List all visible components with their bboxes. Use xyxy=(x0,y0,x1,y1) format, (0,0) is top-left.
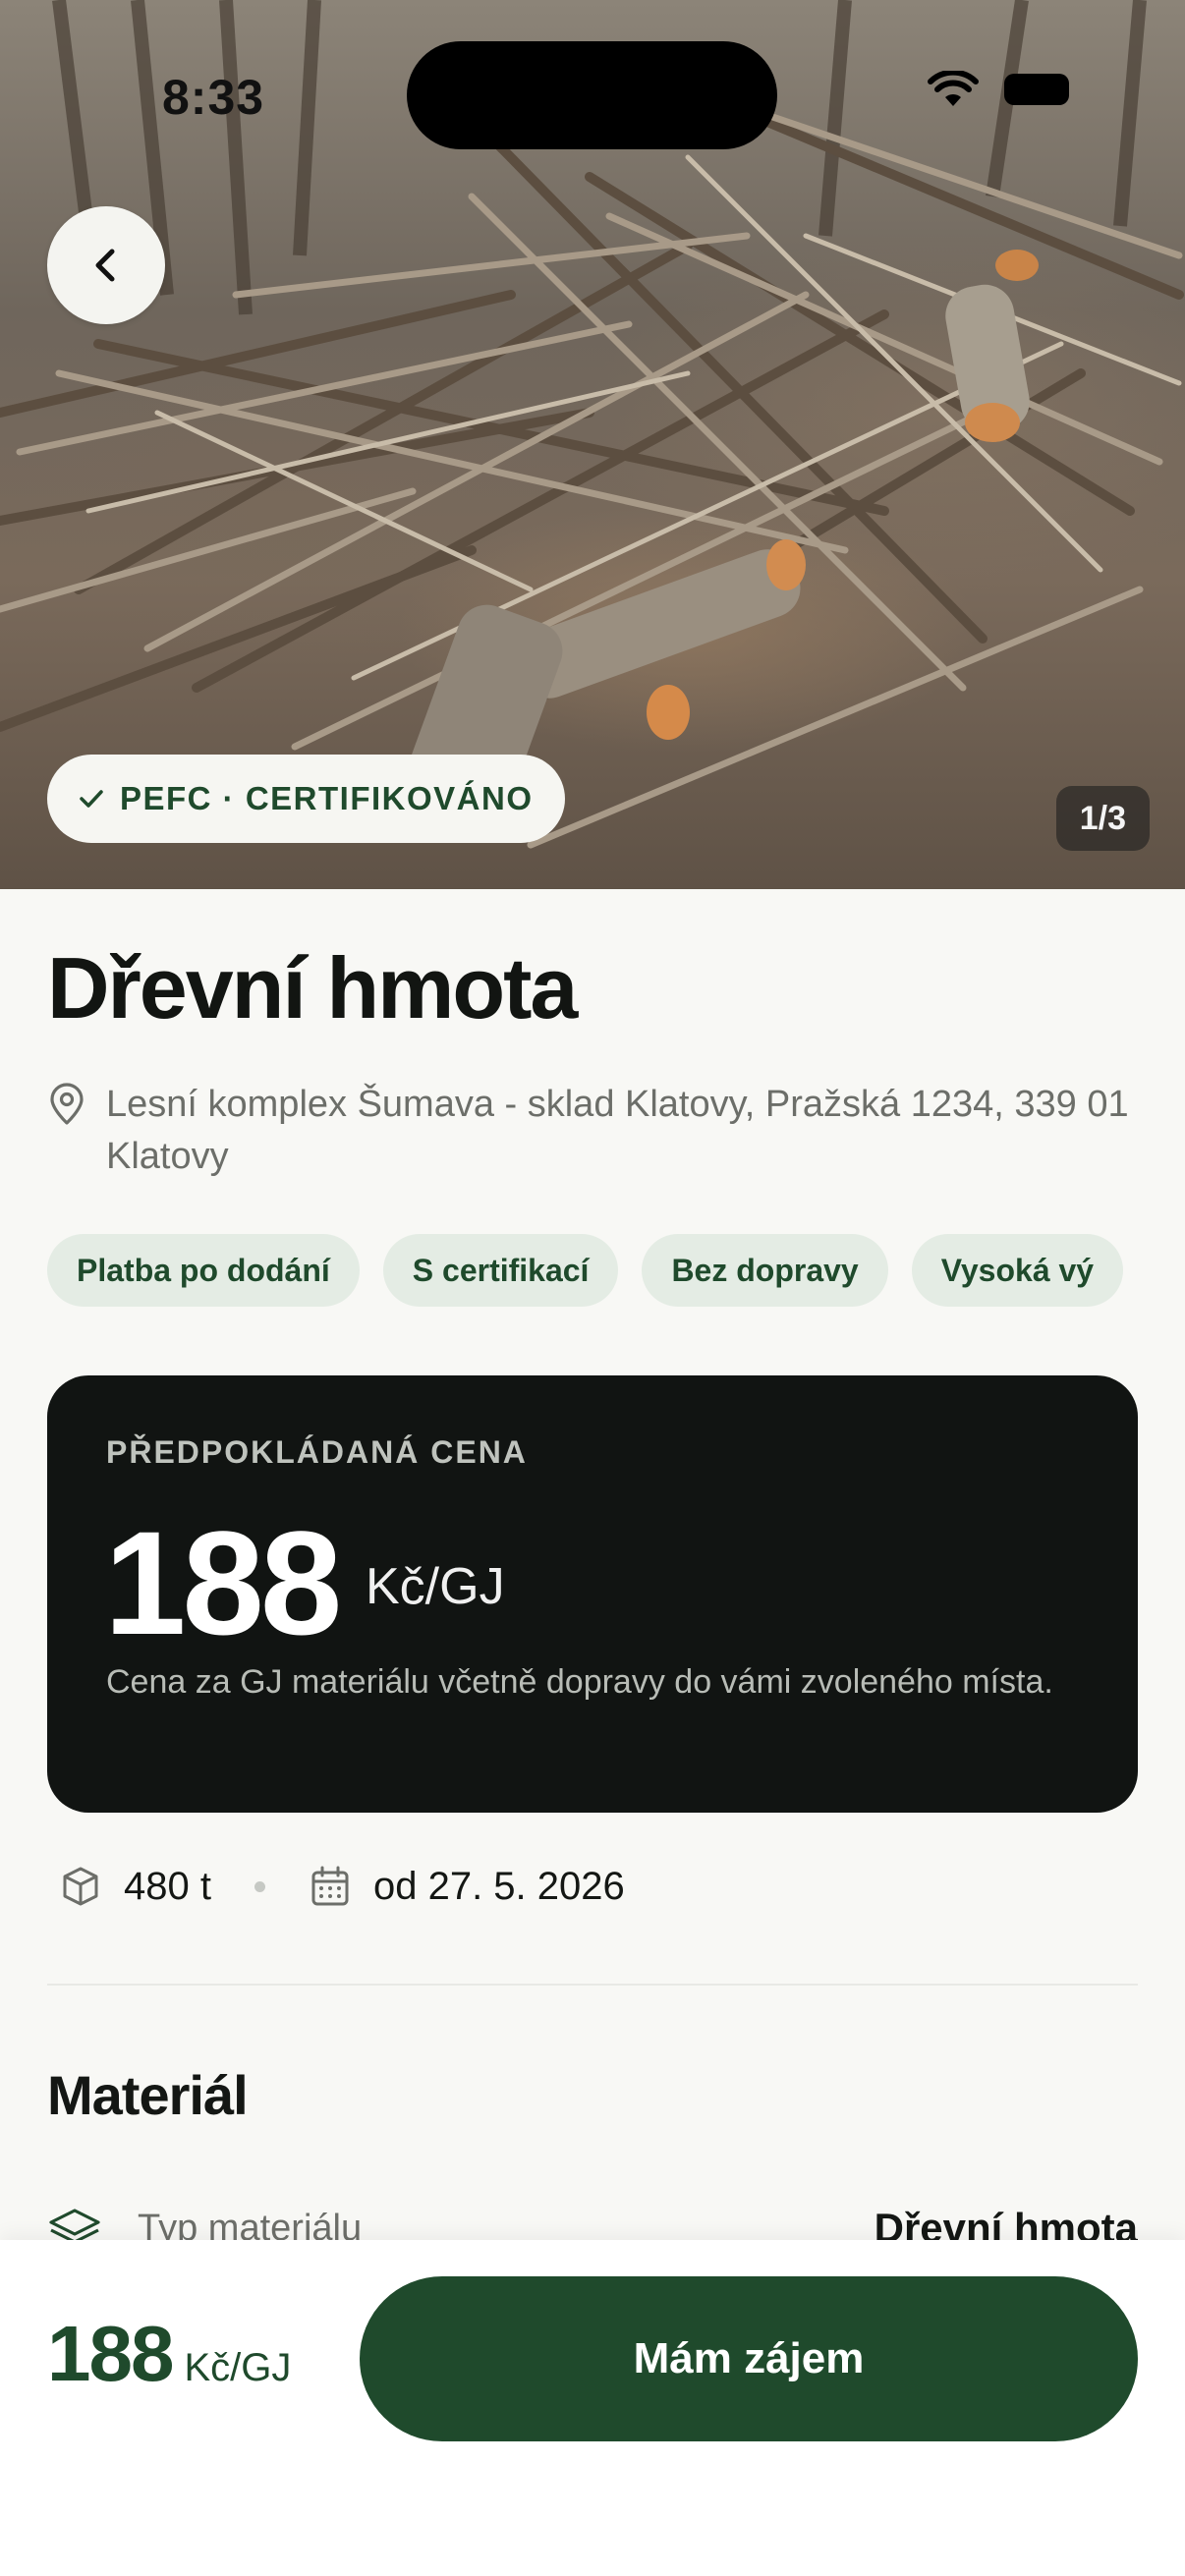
bottom-price-unit: Kč/GJ xyxy=(184,2346,292,2389)
location: Lesní komplex Šumava - sklad Klatovy, Pr… xyxy=(47,1079,1138,1183)
status-icons xyxy=(928,71,1069,108)
chevron-left-icon xyxy=(95,249,115,282)
price-label: PŘEDPOKLÁDANÁ CENA xyxy=(106,1434,528,1470)
wifi-icon xyxy=(928,71,979,106)
calendar-icon xyxy=(309,1865,352,1908)
separator-dot xyxy=(254,1880,265,1892)
certification-badge: PEFC · CERTIFIKOVÁNO xyxy=(47,755,565,843)
listing-title: Dřevní hmota xyxy=(47,939,578,1036)
quantity: 480 t xyxy=(124,1864,211,1908)
price-note: Cena za GJ materiálu včetně dopravy do v… xyxy=(106,1663,1053,1701)
location-address: Lesní komplex Šumava - sklad Klatovy, Pr… xyxy=(106,1084,1129,1177)
box-icon xyxy=(59,1865,102,1908)
hero-photo[interactable]: 8:33 PEFC · CERTIFIKOVÁNO 1/3 xyxy=(0,0,1185,889)
chip-transport: Bez dopravy xyxy=(642,1234,888,1307)
bottom-price: 188 Kč/GJ xyxy=(47,2309,291,2399)
photo-counter: 1/3 xyxy=(1055,786,1150,851)
price-card: PŘEDPOKLÁDANÁ CENA 188 Kč/GJ Cena za GJ … xyxy=(47,1375,1138,1813)
interest-button[interactable]: Mám zájem xyxy=(360,2276,1138,2441)
battery-icon xyxy=(1004,74,1069,105)
material-section-title: Materiál xyxy=(47,2064,249,2126)
price-value: 188 xyxy=(104,1500,342,1665)
meta-row: 480 t od 27. 5. 2026 xyxy=(59,1857,625,1916)
tag-chips[interactable]: Platba po dodání S certifikací Bez dopra… xyxy=(47,1234,1185,1307)
dynamic-island xyxy=(407,41,777,149)
back-button[interactable] xyxy=(47,206,165,324)
check-icon xyxy=(80,790,103,808)
availability-date: od 27. 5. 2026 xyxy=(372,1864,625,1908)
location-pin-icon xyxy=(50,1083,84,1125)
price-unit: Kč/GJ xyxy=(366,1558,505,1615)
chip-certification: S certifikací xyxy=(382,1234,619,1307)
bottom-price-value: 188 xyxy=(47,2310,174,2397)
status-bar-time: 8:33 xyxy=(162,70,265,125)
chip-payment: Platba po dodání xyxy=(47,1234,360,1307)
chip-extra: Vysoká vý xyxy=(911,1234,1124,1307)
section-divider xyxy=(47,1984,1138,1986)
certification-label: PEFC · CERTIFIKOVÁNO xyxy=(120,780,534,816)
